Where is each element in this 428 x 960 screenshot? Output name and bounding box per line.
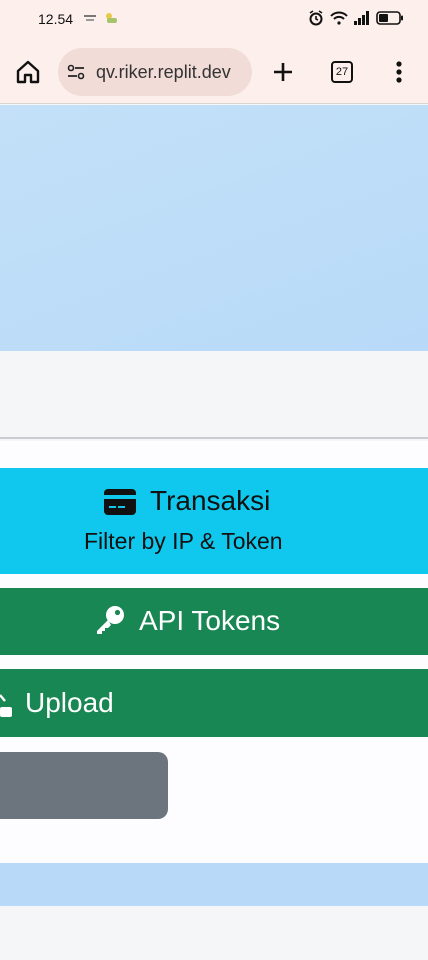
status-bar: 12.54 <box>0 0 428 40</box>
hero-banner <box>0 105 428 351</box>
new-tab-button[interactable] <box>265 54 301 90</box>
transaksi-subtitle: Filter by IP & Token <box>84 528 283 554</box>
new-tab-icon <box>274 63 292 81</box>
alarm-icon <box>309 10 323 26</box>
signal-icon <box>354 11 369 25</box>
tabs-icon: 27 <box>331 61 353 83</box>
upload-card[interactable]: Upload <box>0 669 428 737</box>
url-text[interactable]: qv.riker.replit.dev <box>96 62 231 83</box>
address-bar[interactable]: qv.riker.replit.dev <box>58 48 252 96</box>
home-icon <box>16 60 40 84</box>
upload-title: Upload <box>25 687 114 718</box>
upload-icon <box>0 694 12 717</box>
more-menu-icon <box>396 61 402 83</box>
key-icon <box>97 606 124 634</box>
notification-icon <box>84 15 96 21</box>
transaksi-title: Transaksi <box>150 485 271 516</box>
status-time: 12.54 <box>38 11 74 27</box>
screen: 12.54 qv.riker.replit.dev 27 Transaksi F… <box>0 0 428 960</box>
credit-card-icon <box>104 489 136 515</box>
site-settings-icon[interactable] <box>66 62 86 82</box>
home-button[interactable] <box>10 54 46 90</box>
transaksi-card[interactable]: Transaksi Filter by IP & Token <box>0 468 428 574</box>
weather-icon <box>106 13 117 23</box>
api-tokens-title: API Tokens <box>139 605 281 636</box>
tabs-button[interactable]: 27 <box>324 54 360 90</box>
battery-icon <box>376 11 403 25</box>
more-menu-button[interactable] <box>381 54 417 90</box>
wifi-icon <box>330 11 348 25</box>
status-icons <box>308 10 404 26</box>
header-section <box>0 351 428 439</box>
page-footer <box>0 906 428 960</box>
secondary-button[interactable] <box>0 752 168 819</box>
browser-toolbar: qv.riker.replit.dev 27 <box>0 40 428 104</box>
api-tokens-card[interactable]: API Tokens <box>0 588 428 655</box>
footer-banner <box>0 863 428 906</box>
